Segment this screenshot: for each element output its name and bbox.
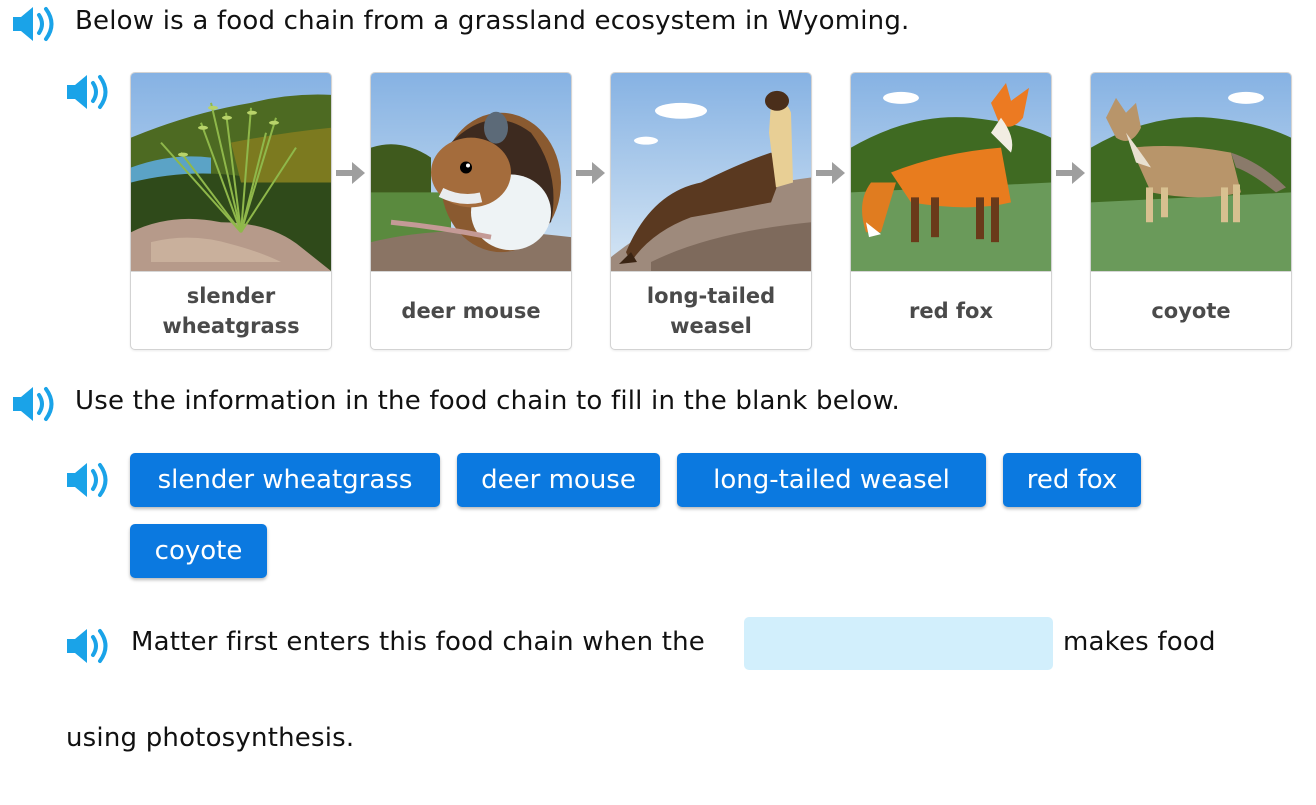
weasel-illustration: [611, 73, 811, 272]
answer-tile-long-tailed-weasel[interactable]: long-tailed weasel: [677, 453, 986, 507]
red-fox-illustration: [851, 73, 1051, 272]
arrow-right-icon: [576, 160, 606, 186]
organism-card-red-fox: red fox: [850, 72, 1052, 350]
arrow-right-icon: [1056, 160, 1086, 186]
organism-card-slender-wheatgrass: slender wheatgrass: [130, 72, 332, 350]
sentence-before-blank: Matter first enters this food chain when…: [131, 627, 706, 657]
sentence-continuation: using photosynthesis.: [66, 723, 355, 753]
sentence-audio-button[interactable]: [64, 624, 114, 668]
organism-label: deer mouse: [401, 298, 541, 323]
instruction-audio-button[interactable]: [10, 382, 60, 426]
instruction-text: Use the information in the food chain to…: [75, 386, 900, 416]
answer-tile-slender-wheatgrass[interactable]: slender wheatgrass: [130, 453, 440, 507]
answer-tile-coyote[interactable]: coyote: [130, 524, 267, 578]
answer-tile-red-fox[interactable]: red fox: [1003, 453, 1141, 507]
speaker-icon: [67, 629, 108, 663]
speaker-icon: [67, 75, 108, 109]
organism-label: red fox: [908, 298, 994, 323]
answer-choices-audio-button[interactable]: [64, 458, 114, 502]
organism-label: coyote: [1151, 298, 1231, 323]
answer-tile-deer-mouse[interactable]: deer mouse: [457, 453, 660, 507]
intro-text: Below is a food chain from a grassland e…: [75, 6, 910, 36]
arrow-right-icon: [336, 160, 366, 186]
organism-label: slender wheatgrass: [162, 283, 300, 338]
coyote-illustration: [1091, 73, 1291, 272]
speaker-icon: [13, 387, 54, 421]
organism-label: long-tailed weasel: [646, 283, 776, 338]
organism-card-coyote: coyote: [1090, 72, 1292, 350]
intro-audio-button[interactable]: [10, 2, 60, 46]
speaker-icon: [67, 463, 108, 497]
organism-card-long-tailed-weasel: long-tailed weasel: [610, 72, 812, 350]
wheatgrass-illustration: [131, 73, 331, 272]
answer-blank-drop-target[interactable]: [744, 617, 1053, 670]
deer-mouse-illustration: [371, 73, 571, 272]
food-chain-audio-button[interactable]: [64, 70, 114, 114]
speaker-icon: [13, 7, 54, 41]
arrow-right-icon: [816, 160, 846, 186]
sentence-after-blank: makes food: [1063, 627, 1216, 657]
organism-card-deer-mouse: deer mouse: [370, 72, 572, 350]
